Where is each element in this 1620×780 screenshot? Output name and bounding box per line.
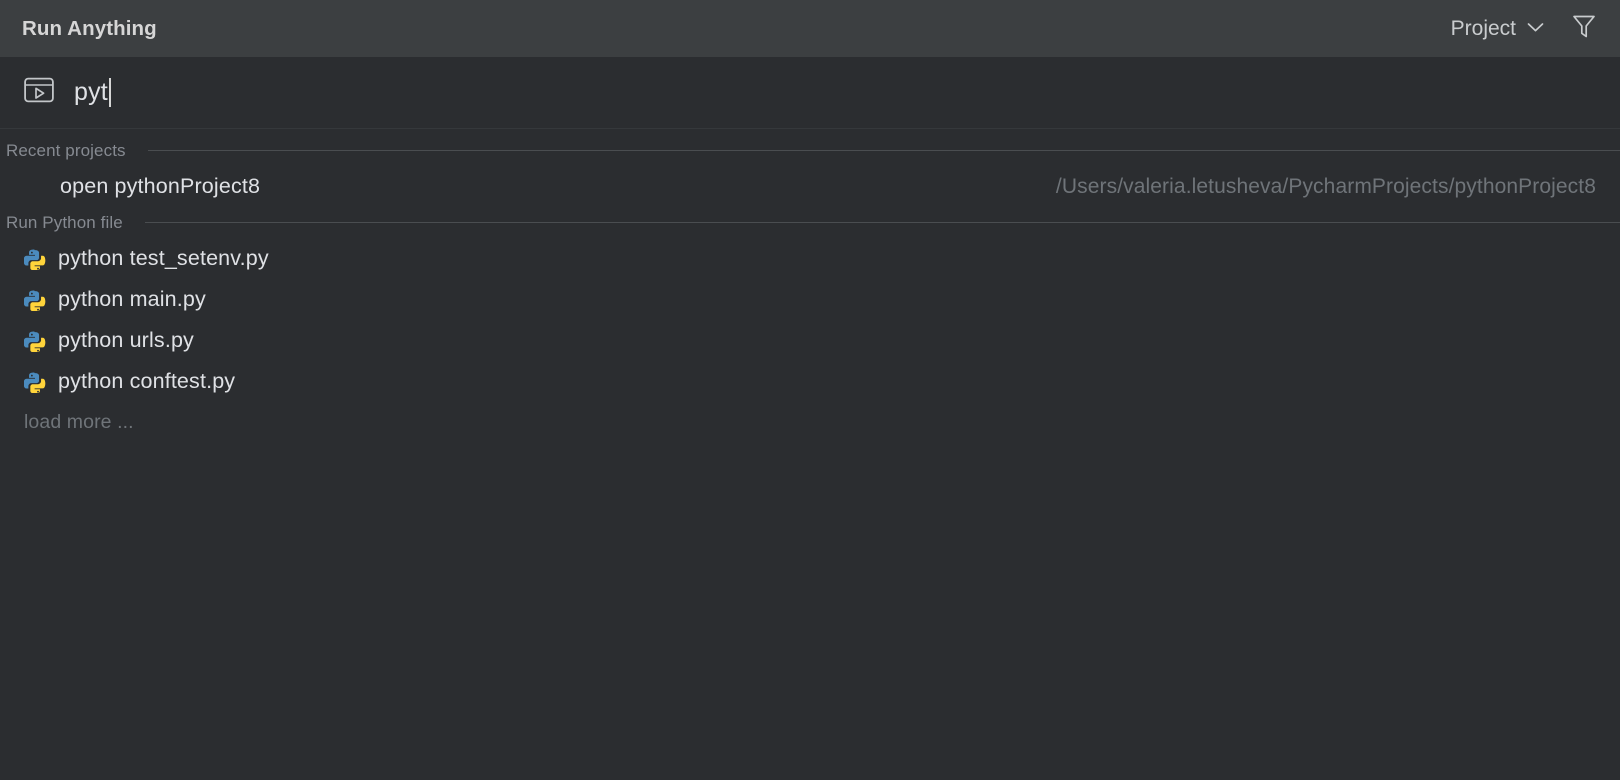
group-separator — [148, 150, 1620, 151]
list-item-label: open pythonProject8 — [60, 174, 260, 199]
python-logo-icon — [24, 289, 46, 311]
filter-funnel-icon — [1571, 13, 1597, 45]
group-title: Recent projects — [6, 141, 126, 161]
project-scope-label: Project — [1451, 17, 1516, 41]
group-title: Run Python file — [6, 213, 123, 233]
search-input-wrapper[interactable]: pyt — [74, 76, 111, 110]
list-item-path: /Users/valeria.letusheva/PycharmProjects… — [1056, 175, 1596, 199]
python-logo-icon — [24, 248, 46, 270]
project-scope-dropdown[interactable]: Project — [1451, 17, 1544, 41]
page-title: Run Anything — [22, 17, 157, 41]
header-actions: Project — [1451, 15, 1598, 43]
list-item-python-conftest[interactable]: python conftest.py — [0, 361, 1620, 402]
search-input[interactable]: pyt — [74, 80, 108, 105]
python-logo-icon — [24, 330, 46, 352]
list-item-open-pythonproject8[interactable]: open pythonProject8 /Users/valeria.letus… — [0, 166, 1620, 207]
list-item-label: python urls.py — [58, 328, 194, 353]
results-list: Recent projects open pythonProject8 /Use… — [0, 129, 1620, 780]
load-more-button[interactable]: load more ... — [0, 402, 1620, 442]
group-header-run-python-file: Run Python file — [0, 207, 1620, 238]
load-more-label: load more ... — [24, 411, 134, 434]
group-separator — [145, 222, 1620, 223]
filter-button[interactable] — [1570, 15, 1598, 43]
list-item-python-test-setenv[interactable]: python test_setenv.py — [0, 238, 1620, 279]
list-item-python-main[interactable]: python main.py — [0, 279, 1620, 320]
text-caret — [109, 78, 111, 107]
chevron-down-icon — [1527, 20, 1544, 38]
list-item-label: python test_setenv.py — [58, 246, 269, 271]
run-anything-popup: Run Anything Project — [0, 0, 1620, 780]
list-item-python-urls[interactable]: python urls.py — [0, 320, 1620, 361]
list-item-label: python conftest.py — [58, 369, 235, 394]
python-logo-icon — [24, 371, 46, 393]
group-header-recent-projects: Recent projects — [0, 135, 1620, 166]
list-item-label: python main.py — [58, 287, 206, 312]
popup-header: Run Anything Project — [0, 0, 1620, 57]
search-row[interactable]: pyt — [0, 57, 1620, 129]
run-console-icon — [24, 77, 54, 108]
